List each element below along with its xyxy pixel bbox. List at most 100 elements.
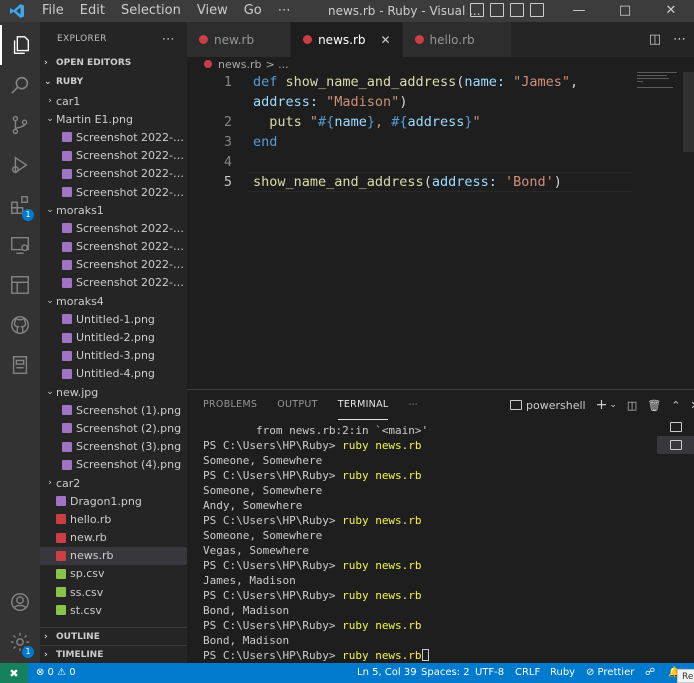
minimize-button[interactable]: —: [556, 0, 602, 22]
terminal-command: ruby news.rb: [342, 589, 422, 602]
tree-item[interactable]: ⌄ moraks1: [40, 201, 187, 219]
workspace-section[interactable]: ⌄ RUBY: [40, 73, 187, 91]
tree-item[interactable]: Screenshot 2022-02-...: [40, 165, 187, 183]
code-line[interactable]: 3 end: [187, 132, 637, 152]
explorer-icon[interactable]: [0, 25, 40, 65]
notebook-icon[interactable]: [0, 345, 40, 385]
terminal-instance-active[interactable]: [657, 436, 694, 454]
remote-indicator-icon[interactable]: ✖: [0, 663, 28, 683]
code-line[interactable]: 4: [187, 152, 637, 172]
toggle-sidebar-icon[interactable]: [470, 3, 484, 17]
remote-explorer-icon[interactable]: [0, 225, 40, 265]
toggle-secondary-sidebar-icon[interactable]: [510, 3, 524, 17]
tree-item[interactable]: ⌄ new.jpg: [40, 383, 187, 401]
tree-item-label: Screenshot 2022-02-...: [76, 185, 187, 199]
close-tab-icon[interactable]: ✕: [380, 33, 392, 47]
prettier-status[interactable]: ⊘ Prettier: [586, 663, 634, 683]
tree-item[interactable]: Dragon1.png: [40, 492, 187, 510]
tree-item[interactable]: Screenshot 2022-01-...: [40, 219, 187, 237]
customize-layout-icon[interactable]: [530, 3, 544, 17]
breadcrumb-file[interactable]: news.rb: [218, 58, 261, 71]
tree-item[interactable]: Screenshot (4).png: [40, 456, 187, 474]
breadcrumb-rest[interactable]: > ...: [265, 58, 288, 71]
tab-news-rb[interactable]: news.rb ✕: [291, 22, 403, 57]
tree-item[interactable]: new.rb: [40, 529, 187, 547]
tree-item[interactable]: ⌄ moraks4: [40, 292, 187, 310]
tree-item[interactable]: Screenshot 2022-01-...: [40, 128, 187, 146]
tree-item[interactable]: Screenshot (1).png: [40, 401, 187, 419]
tree-item[interactable]: ⌄ Martin E1.png: [40, 110, 187, 128]
chevron-down-icon[interactable]: ⌄: [609, 400, 617, 410]
menu-item-selection[interactable]: Selection: [113, 0, 189, 22]
menu-item-go[interactable]: Go: [236, 0, 270, 22]
terminal-shell-selector[interactable]: powershell: [510, 399, 586, 412]
trash-icon[interactable]: 🗑: [647, 399, 661, 412]
menu-item-edit[interactable]: Edit: [72, 0, 113, 22]
tree-item[interactable]: Untitled-3.png: [40, 347, 187, 365]
indentation-status[interactable]: Spaces: 2: [421, 663, 470, 683]
more-actions-icon[interactable]: ⋯: [673, 32, 686, 47]
github-icon[interactable]: [0, 305, 40, 345]
split-terminal-icon[interactable]: ◫: [627, 399, 637, 412]
source-control-icon[interactable]: [0, 105, 40, 145]
code-line[interactable]: 5 show_name_and_address(address: 'Bond'): [187, 172, 637, 192]
tree-item[interactable]: Screenshot 2022-02-...: [40, 274, 187, 292]
code-line[interactable]: address: "Madison"): [187, 92, 637, 112]
tree-item[interactable]: › car1: [40, 92, 187, 110]
explorer-more-button[interactable]: ⋯: [162, 32, 175, 47]
maximize-button[interactable]: □: [602, 0, 648, 22]
tab-hello-rb[interactable]: hello.rb: [402, 22, 512, 57]
close-window-button[interactable]: ✕: [648, 0, 694, 22]
encoding-status[interactable]: UTF-8: [475, 663, 504, 683]
panel-tab-output[interactable]: OUTPUT: [277, 390, 318, 420]
code-line[interactable]: 1 def show_name_and_address(name: "James"…: [187, 72, 637, 92]
run-debug-icon[interactable]: [0, 145, 40, 185]
tree-item[interactable]: Screenshot (3).png: [40, 438, 187, 456]
code-text: def show_name_and_address(name: "James",: [253, 72, 578, 92]
testing-icon[interactable]: [0, 265, 40, 305]
code-line[interactable]: 2 puts "#{name}, #{address}": [187, 112, 637, 132]
terminal-output[interactable]: from news.rb:2:in `<main>' PS C:\Users\HP…: [203, 423, 429, 663]
tree-item[interactable]: Screenshot 2022-02-...: [40, 183, 187, 201]
editor-scrollbar[interactable]: [683, 72, 694, 152]
tree-item[interactable]: Untitled-4.png: [40, 365, 187, 383]
feedback-icon[interactable]: ☍: [645, 663, 655, 683]
tree-item[interactable]: ss.csv: [40, 583, 187, 601]
language-mode[interactable]: Ruby: [550, 663, 575, 683]
split-editor-icon[interactable]: ◫: [649, 32, 661, 47]
tree-item[interactable]: hello.rb: [40, 510, 187, 528]
terminal-instance[interactable]: [657, 418, 694, 436]
menu-item-file[interactable]: File: [34, 0, 72, 22]
close-panel-icon[interactable]: ✕: [690, 399, 694, 412]
tree-item[interactable]: Screenshot (2).png: [40, 419, 187, 437]
tree-item[interactable]: sp.csv: [40, 565, 187, 583]
tree-item[interactable]: Screenshot 2022-02-...: [40, 256, 187, 274]
tree-item[interactable]: news.rb: [40, 546, 187, 565]
settings-gear-icon[interactable]: 1: [0, 622, 40, 662]
open-editors-section[interactable]: › OPEN EDITORS: [40, 54, 187, 72]
outline-section[interactable]: › OUTLINE: [40, 627, 187, 645]
timeline-section[interactable]: › TIMELINE: [40, 645, 187, 663]
cursor-position[interactable]: Ln 5, Col 39: [357, 663, 417, 683]
panel-tab-terminal[interactable]: TERMINAL: [337, 390, 389, 420]
maximize-panel-icon[interactable]: ⌃: [671, 399, 680, 412]
accounts-icon[interactable]: [0, 582, 40, 622]
toggle-panel-icon[interactable]: [490, 3, 504, 17]
minimap[interactable]: [637, 72, 683, 92]
panel-tab-more[interactable]: ⋯: [408, 390, 418, 420]
problems-status[interactable]: ⊗ 0 ⚠ 0: [36, 663, 76, 683]
tree-item[interactable]: st.csv: [40, 601, 187, 619]
panel-tab-problems[interactable]: PROBLEMS: [203, 390, 257, 420]
menu-item-view[interactable]: View: [189, 0, 236, 22]
menu-item-more[interactable]: ⋯: [270, 0, 299, 22]
tree-item[interactable]: Screenshot 2022-01-...: [40, 238, 187, 256]
tree-item[interactable]: Untitled-1.png: [40, 310, 187, 328]
tree-item[interactable]: Untitled-2.png: [40, 328, 187, 346]
tree-item[interactable]: › car2: [40, 474, 187, 492]
new-terminal-icon[interactable]: +: [596, 397, 608, 413]
search-icon[interactable]: [0, 65, 40, 105]
extensions-icon[interactable]: 1: [0, 185, 40, 225]
eol-status[interactable]: CRLF: [515, 663, 540, 683]
tab-new-rb[interactable]: new.rb: [187, 22, 292, 57]
tree-item[interactable]: Screenshot 2022-02-...: [40, 147, 187, 165]
